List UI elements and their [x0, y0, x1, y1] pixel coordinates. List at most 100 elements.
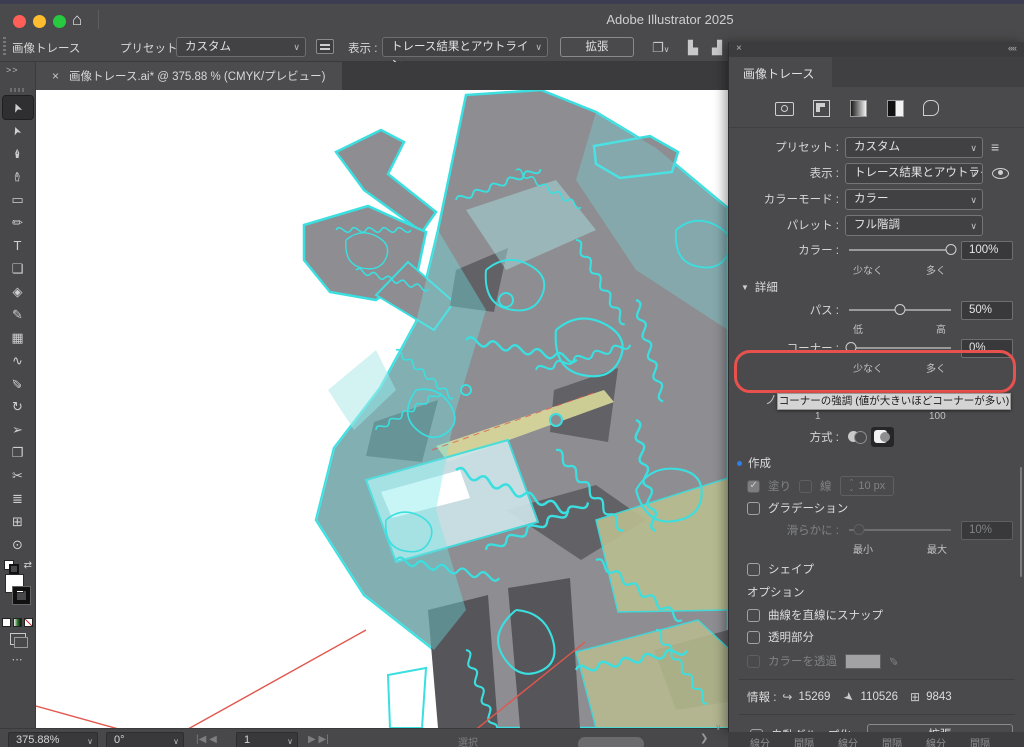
- stepper-arrows-icon[interactable]: ⌃ ⌄: [849, 479, 855, 493]
- path-slider[interactable]: [849, 304, 951, 315]
- panel-view-dropdown[interactable]: トレース結果とアウトライン∨: [845, 162, 983, 184]
- artboard-tool[interactable]: ❐: [3, 441, 33, 464]
- panel-scrollbar[interactable]: [1020, 467, 1022, 577]
- stroke-checkbox[interactable]: [799, 479, 812, 493]
- corner-value[interactable]: 0%: [961, 338, 1013, 358]
- width-tool[interactable]: ∿: [3, 349, 33, 372]
- stroke-width-stepper[interactable]: ⌃ ⌄ 10 px: [839, 476, 895, 496]
- info-row: 情報 : ↪ 15269 ➤ 110526 ⊞ 9843: [729, 685, 1024, 709]
- direct-selection-tool[interactable]: ➤: [3, 119, 33, 142]
- curvature-tool[interactable]: ✑: [3, 165, 33, 188]
- first-artboard-icon[interactable]: |◀ ◀: [196, 734, 217, 745]
- close-document-icon[interactable]: ×: [52, 69, 59, 83]
- align-tool[interactable]: ≣: [3, 487, 33, 510]
- expand-button[interactable]: 拡張: [560, 37, 634, 57]
- method-abutting-button[interactable]: [845, 427, 868, 447]
- shaper-tool[interactable]: ✎: [3, 303, 33, 326]
- chevron-down-icon: ∨: [535, 42, 542, 52]
- panel-tab-bar: 画像トレース: [729, 57, 1024, 87]
- more-tools-button[interactable]: ⋯: [0, 653, 35, 666]
- close-panel-icon[interactable]: ×: [736, 43, 742, 54]
- dash-gap-label: 間隔: [882, 739, 902, 747]
- grayscale-preset-icon[interactable]: [885, 99, 905, 117]
- artboard-number-dropdown[interactable]: 1 ∨: [236, 732, 298, 747]
- manage-presets-icon[interactable]: [316, 39, 334, 54]
- rotate-view-tool[interactable]: ↻: [3, 395, 33, 418]
- color-mode-dropdown[interactable]: カラー ∨: [845, 188, 983, 210]
- document-tab[interactable]: × 画像トレース.ai* @ 375.88 % (CMYK/プレビュー): [36, 62, 342, 90]
- artboard-canvas[interactable]: [36, 90, 728, 728]
- shape-checkbox[interactable]: [747, 562, 760, 576]
- detail-section-header[interactable]: ▼ 詳細: [729, 275, 1024, 299]
- view-dropdown[interactable]: トレース結果とアウトライン ∨: [382, 37, 548, 71]
- horizontal-scrollbar-thumb[interactable]: [578, 737, 644, 747]
- noise-range-labels: 1 100: [815, 411, 946, 422]
- paintbrush-tool[interactable]: ✏: [3, 211, 33, 234]
- tool-list: ➤ ➤ ✒ ✑ ▭ ✏ T ❏ ◈ ✎ ▦ ∿ ✐ ↻ ➢ ❐ ✂ ≣ ⊞ ⊙: [0, 95, 35, 556]
- method-overlapping-button[interactable]: [871, 427, 894, 447]
- color-value[interactable]: 100%: [961, 240, 1013, 260]
- noise-label-fragment: ノ: [765, 393, 778, 407]
- none-button[interactable]: [24, 618, 33, 627]
- knife-tool[interactable]: ✂: [3, 464, 33, 487]
- outline-preset-icon[interactable]: [959, 99, 979, 117]
- snap-curves-checkbox[interactable]: [747, 608, 760, 622]
- path-value[interactable]: 50%: [961, 300, 1013, 320]
- gradient-checkbox[interactable]: [747, 501, 760, 515]
- gradient-tool[interactable]: ▦: [3, 326, 33, 349]
- preset-menu-icon[interactable]: ≡: [991, 139, 999, 155]
- drawing-mode-icon[interactable]: [9, 633, 28, 648]
- zoom-level-dropdown[interactable]: 375.88% ∨: [8, 732, 98, 747]
- home-icon[interactable]: ⌂: [72, 10, 82, 30]
- high-color-preset-icon[interactable]: [811, 99, 831, 117]
- type-tool[interactable]: T: [3, 234, 33, 257]
- pen-tool[interactable]: ✒: [3, 142, 33, 165]
- group-selection-tool[interactable]: ➢: [3, 418, 33, 441]
- selection-tool[interactable]: ➤: [1, 95, 34, 120]
- transparent-checkbox[interactable]: [747, 630, 760, 644]
- tools-panel-header[interactable]: >>: [0, 62, 35, 88]
- zoom-tool[interactable]: ⊙: [3, 533, 33, 556]
- stroke-swatch[interactable]: [12, 586, 31, 605]
- last-artboard-icon[interactable]: ▶ ▶|: [308, 734, 329, 745]
- close-window-button[interactable]: [13, 15, 26, 28]
- illustrator-window: ⌂ Adobe Illustrator 2025 画像トレース プリセット : …: [0, 0, 1024, 747]
- palette-dropdown[interactable]: フル階調 ∨: [845, 214, 983, 236]
- panel-resize-chevron[interactable]: ∨: [715, 722, 722, 733]
- low-color-preset-icon[interactable]: [848, 99, 868, 117]
- color-slider-handle[interactable]: [945, 244, 957, 255]
- eye-icon[interactable]: [992, 167, 1009, 179]
- fill-checkbox[interactable]: [747, 479, 760, 493]
- corner-slider[interactable]: [845, 342, 951, 353]
- zoom-window-button[interactable]: [53, 15, 66, 28]
- eraser-tool[interactable]: ◈: [3, 280, 33, 303]
- black-and-white-preset-icon[interactable]: [922, 99, 942, 117]
- image-trace-tab[interactable]: 画像トレース: [729, 57, 833, 87]
- auto-color-preset-icon[interactable]: [774, 99, 794, 117]
- control-bar-grip[interactable]: [3, 37, 6, 57]
- color-type-buttons: [0, 618, 35, 627]
- collapse-panel-icon[interactable]: ««: [1008, 43, 1017, 53]
- default-colors-stroke-icon: [9, 564, 19, 574]
- minimize-window-button[interactable]: [33, 15, 46, 28]
- eyedropper-tool[interactable]: ✐: [3, 372, 33, 395]
- align-left-icon[interactable]: ▙: [688, 40, 698, 56]
- scroll-right-icon[interactable]: ❯: [700, 733, 708, 744]
- corner-min-label: 少なく: [853, 364, 883, 375]
- color-button[interactable]: [2, 618, 11, 627]
- rectangle-tool[interactable]: ▭: [3, 188, 33, 211]
- scale-tool[interactable]: ❏: [3, 257, 33, 280]
- asset-export-tool[interactable]: ⊞: [3, 510, 33, 533]
- corner-slider-handle[interactable]: [845, 342, 857, 353]
- swap-fill-stroke-icon[interactable]: ⇄: [24, 560, 32, 571]
- align-center-icon[interactable]: ▟: [712, 40, 722, 56]
- document-setup-icon[interactable]: ❐∨: [652, 40, 670, 56]
- panel-preset-dropdown[interactable]: カスタム ∨: [845, 136, 983, 158]
- color-slider[interactable]: [849, 244, 957, 255]
- path-slider-handle[interactable]: [894, 304, 906, 315]
- tools-panel-grip[interactable]: [9, 88, 26, 92]
- preset-dropdown[interactable]: カスタム ∨: [176, 37, 306, 57]
- gradient-button[interactable]: [13, 618, 22, 627]
- rotation-dropdown[interactable]: 0° ∨: [106, 732, 184, 747]
- control-bar-context-label: 画像トレース: [12, 43, 81, 55]
